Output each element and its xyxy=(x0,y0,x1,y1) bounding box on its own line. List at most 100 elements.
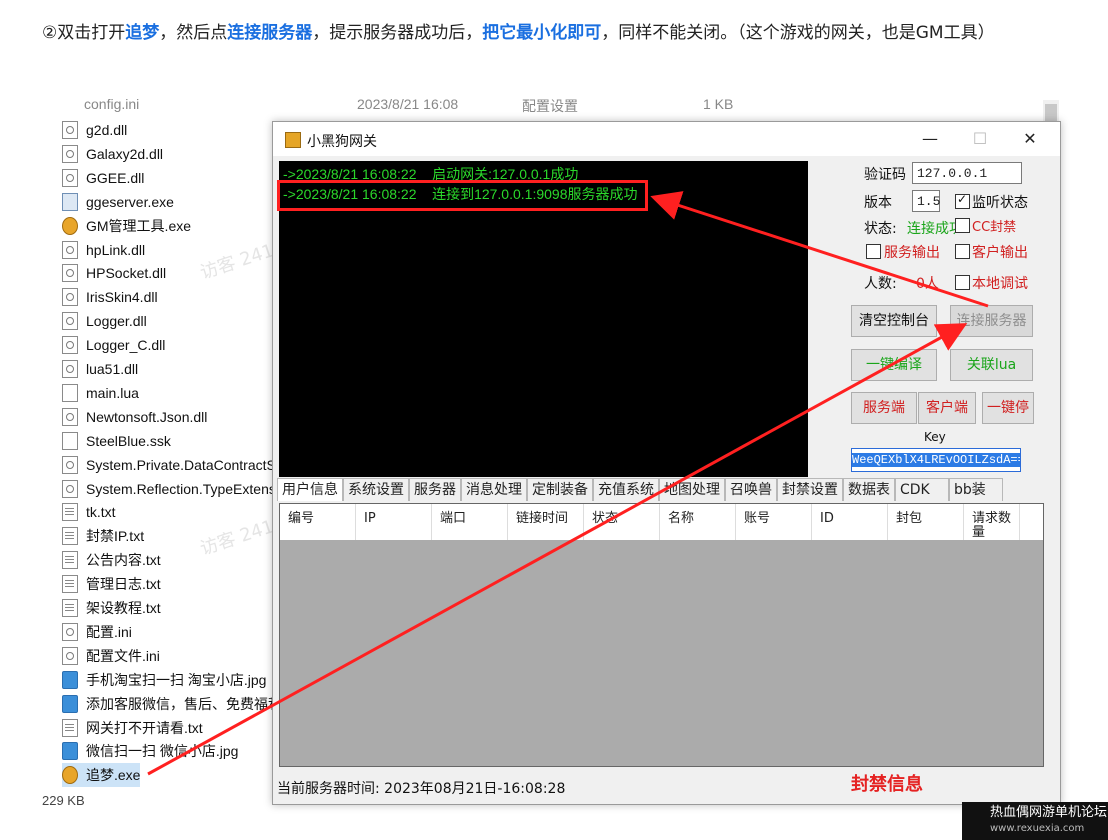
file-item[interactable]: 封禁IP.txt xyxy=(62,524,144,548)
server-end-button[interactable]: 服务端 xyxy=(851,392,917,424)
file-item[interactable]: 追梦.exe xyxy=(62,763,141,788)
file-name: 添加客服微信，售后、免费福利 xyxy=(86,695,282,712)
gear-file-icon xyxy=(62,479,78,498)
file-name: HPSocket.dll xyxy=(86,265,167,282)
link-lua-button[interactable]: 关联lua xyxy=(950,349,1033,381)
file-item[interactable]: HPSocket.dll xyxy=(62,261,166,285)
file-name: 管理日志.txt xyxy=(86,576,161,593)
file-name: GM管理工具.exe xyxy=(86,217,192,234)
file-item[interactable]: 架设教程.txt xyxy=(62,596,161,620)
file-name: Logger.dll xyxy=(86,313,147,330)
jpg-file-icon xyxy=(62,742,78,761)
file-name: main.lua xyxy=(86,384,139,401)
tab-ban-settings[interactable]: 封禁设置 xyxy=(777,478,843,501)
tab-map[interactable]: 地图处理 xyxy=(659,478,725,501)
file-item[interactable]: 公告内容.txt xyxy=(62,548,161,572)
tab-cdk[interactable]: CDK xyxy=(895,478,949,501)
file-name: 公告内容.txt xyxy=(86,552,161,569)
file-item[interactable]: Logger_C.dll xyxy=(62,333,165,357)
compile-button[interactable]: 一键编译 xyxy=(851,349,937,381)
server-output-checkbox[interactable] xyxy=(866,244,881,259)
tab-message[interactable]: 消息处理 xyxy=(461,478,527,501)
tab-recharge[interactable]: 充值系统 xyxy=(593,478,659,501)
client-end-button[interactable]: 客户端 xyxy=(918,392,976,424)
file-name: g2d.dll xyxy=(86,122,128,138)
tab-user-info[interactable]: 用户信息 xyxy=(277,478,343,501)
server-output-label: 服务输出 xyxy=(884,245,940,261)
column-header[interactable]: 封包 xyxy=(888,504,964,540)
window-titlebar[interactable]: 小黑狗网关 — ☐ ✕ xyxy=(273,122,1060,156)
jpg-file-icon xyxy=(62,670,78,689)
file-item[interactable]: Galaxy2d.dll xyxy=(62,142,163,166)
local-debug-checkbox[interactable] xyxy=(955,275,970,290)
key-input[interactable]: WeeQEXblX4LREvOOILZsdA== xyxy=(851,448,1021,472)
listen-label: 监听状态 xyxy=(972,195,1028,211)
file-name: IrisSkin4.dll xyxy=(86,289,158,306)
column-header[interactable]: 状态 xyxy=(584,504,660,540)
file-item[interactable]: lua51.dll xyxy=(62,357,138,381)
console-scrollbar[interactable] xyxy=(808,161,824,477)
file-item[interactable]: Newtonsoft.Json.dll xyxy=(62,405,207,429)
column-header[interactable]: 链接时间 xyxy=(508,504,584,540)
file-item[interactable]: 管理日志.txt xyxy=(62,572,161,596)
file-item[interactable]: hpLink.dll xyxy=(62,238,145,262)
state-value: 连接成功 xyxy=(907,221,955,237)
file-name: tk.txt xyxy=(86,504,116,521)
txt-file-icon xyxy=(62,503,78,522)
window-title: 小黑狗网关 xyxy=(307,134,377,150)
tab-server[interactable]: 服务器 xyxy=(409,478,461,501)
header-file-type: 配置设置 xyxy=(522,98,578,114)
file-item[interactable]: 手机淘宝扫一扫 淘宝小店.jpg xyxy=(62,668,266,692)
version-label: 版本 xyxy=(864,195,892,211)
clear-console-button[interactable]: 清空控制台 xyxy=(851,305,937,337)
minimize-button[interactable]: — xyxy=(907,126,953,152)
tab-system-settings[interactable]: 系统设置 xyxy=(343,478,409,501)
cc-ban-checkbox[interactable] xyxy=(955,218,970,233)
tab-summon[interactable]: 召唤兽 xyxy=(725,478,777,501)
file-item[interactable]: SteelBlue.ssk xyxy=(62,429,171,453)
column-header[interactable]: 编号 xyxy=(280,504,356,540)
verify-input[interactable]: 127.0.0.1 xyxy=(912,162,1022,184)
file-name: 配置文件.ini xyxy=(86,647,160,664)
file-item[interactable]: g2d.dll xyxy=(62,118,127,142)
client-output-checkbox[interactable] xyxy=(955,244,970,259)
column-header[interactable]: 账号 xyxy=(736,504,812,540)
file-name: GGEE.dll xyxy=(86,169,145,186)
file-item[interactable]: 配置文件.ini xyxy=(62,644,160,668)
tab-bb-equip[interactable]: bb装 xyxy=(949,478,1003,501)
state-label: 状态: xyxy=(864,221,897,237)
file-item[interactable]: System.Private.DataContractS xyxy=(62,453,276,477)
close-button[interactable]: ✕ xyxy=(1007,126,1053,152)
file-item[interactable]: System.Reflection.TypeExtens xyxy=(62,477,276,501)
file-item[interactable]: tk.txt xyxy=(62,500,116,524)
file-item[interactable]: Logger.dll xyxy=(62,309,147,333)
txt-file-icon xyxy=(62,599,78,617)
tab-custom-equip[interactable]: 定制装备 xyxy=(527,478,593,501)
file-item[interactable]: GM管理工具.exe xyxy=(62,214,191,238)
stop-all-button[interactable]: 一键停 xyxy=(982,392,1034,424)
column-header[interactable]: 请求数量 xyxy=(964,504,1020,540)
file-item[interactable]: GGEE.dll xyxy=(62,166,144,190)
file-item[interactable]: 配置.ini xyxy=(62,620,132,644)
server-time-label: 当前服务器时间: xyxy=(277,781,380,797)
file-item[interactable]: IrisSkin4.dll xyxy=(62,285,158,309)
listen-checkbox[interactable] xyxy=(955,192,970,209)
column-header[interactable]: IP xyxy=(356,504,432,540)
version-input[interactable]: 1.5 xyxy=(912,190,940,212)
connect-server-button[interactable]: 连接服务器 xyxy=(950,305,1033,337)
file-item[interactable]: 微信扫一扫 微信小店.jpg xyxy=(62,739,238,763)
file-name: 架设教程.txt xyxy=(86,600,161,616)
column-header[interactable]: 名称 xyxy=(660,504,736,540)
file-item[interactable]: 网关打不开请看.txt xyxy=(62,716,203,740)
tab-bar: 用户信息 系统设置 服务器 消息处理 定制装备 充值系统 地图处理 召唤兽 封禁… xyxy=(277,478,1003,501)
file-item[interactable]: ggeserver.exe xyxy=(62,190,174,214)
file-item[interactable]: main.lua xyxy=(62,381,139,405)
tab-data-table[interactable]: 数据表 xyxy=(843,478,895,501)
column-header[interactable]: ID xyxy=(812,504,888,540)
file-name: hpLink.dll xyxy=(86,241,146,258)
file-item[interactable]: 添加客服微信，售后、免费福利 xyxy=(62,692,282,716)
column-header[interactable]: 端口 xyxy=(432,504,508,540)
gear-file-icon xyxy=(62,622,78,641)
maximize-button[interactable]: ☐ xyxy=(957,126,1003,152)
file-name: Newtonsoft.Json.dll xyxy=(86,408,208,425)
